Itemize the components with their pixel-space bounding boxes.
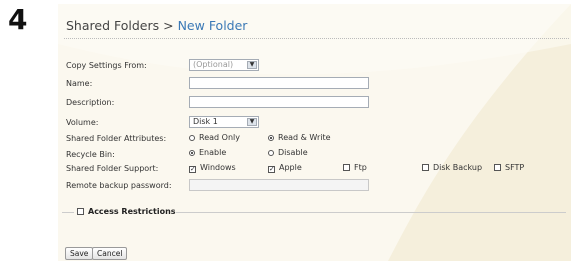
support-label: Shared Folder Support: [66,164,159,173]
sftp-label: SFTP [505,163,525,172]
volume-label: Volume: [66,118,99,127]
step-number: 4 [8,3,28,36]
volume-select[interactable]: Disk 1 ▼ [189,116,259,128]
fieldset-border-right [176,212,566,213]
breadcrumb: Shared Folders > New Folder [66,18,247,33]
chevron-down-icon: ▼ [247,118,257,126]
radio-icon [189,135,195,141]
cancel-button[interactable]: Cancel [92,247,128,260]
disable-label: Disable [278,148,308,157]
copy-settings-select[interactable]: (Optional) ▼ [189,59,259,71]
read-write-label: Read & Write [278,133,331,142]
disk-backup-label: Disk Backup [433,163,483,172]
volume-value: Disk 1 [193,117,218,126]
apple-checkbox[interactable]: ✓ Apple [268,163,302,173]
remote-backup-password-field[interactable] [189,179,369,191]
recycle-disable-radio[interactable]: Disable [268,148,308,157]
chevron-down-icon: ▼ [247,61,257,69]
ftp-label: Ftp [354,163,367,172]
read-only-radio[interactable]: Read Only [189,133,240,142]
copy-settings-value: (Optional) [193,60,234,69]
checkbox-icon [422,164,429,171]
disk-backup-checkbox[interactable]: Disk Backup [422,163,482,172]
windows-checkbox[interactable]: ✓ Windows [189,163,236,173]
read-only-label: Read Only [199,133,240,142]
description-field[interactable] [189,96,369,108]
checkbox-checked-icon: ✓ [189,165,196,173]
copy-settings-label: Copy Settings From: [66,61,147,70]
access-restrictions-legend[interactable]: Access Restrictions [77,207,176,216]
recycle-bin-label: Recycle Bin: [66,150,115,159]
recycle-enable-radio[interactable]: Enable [189,148,226,157]
remote-backup-password-label: Remote backup password: [66,181,172,190]
description-label: Description: [66,98,115,107]
radio-selected-icon [268,135,274,141]
save-button[interactable]: Save [65,247,94,260]
radio-selected-icon [189,150,195,156]
apple-label: Apple [279,163,302,172]
title-divider [64,38,569,39]
attributes-label: Shared Folder Attributes: [66,134,167,143]
enable-label: Enable [199,148,227,157]
checkbox-icon [77,208,84,215]
read-write-radio[interactable]: Read & Write [268,133,331,142]
breadcrumb-current: New Folder [177,18,248,33]
name-field[interactable] [189,77,369,89]
form-panel: Shared Folders > New Folder Copy Setting… [58,4,571,261]
name-label: Name: [66,79,93,88]
radio-icon [268,150,274,156]
checkbox-checked-icon: ✓ [268,165,275,173]
windows-label: Windows [200,163,236,172]
access-restrictions-label: Access Restrictions [88,207,176,216]
checkbox-icon [343,164,350,171]
sftp-checkbox[interactable]: SFTP [494,163,524,172]
ftp-checkbox[interactable]: Ftp [343,163,367,172]
checkbox-icon [494,164,501,171]
breadcrumb-separator: > [163,18,174,33]
breadcrumb-parent[interactable]: Shared Folders [66,18,159,33]
fieldset-border-left [62,212,74,213]
